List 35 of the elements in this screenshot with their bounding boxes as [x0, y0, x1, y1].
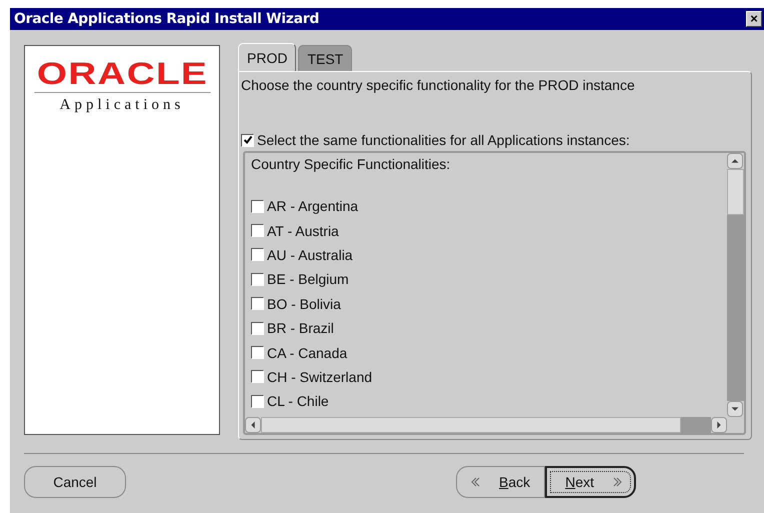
next-button[interactable]: Next: [545, 466, 636, 498]
checkbox[interactable]: [251, 248, 264, 262]
checkbox[interactable]: [251, 394, 264, 408]
brand-logo: ORACLE: [34, 58, 210, 93]
tab[interactable]: PROD: [238, 43, 296, 71]
back-button[interactable]: Back: [456, 466, 546, 498]
country-label: CA - Canada: [267, 344, 348, 361]
country-label: AU - Australia: [267, 246, 353, 263]
checkbox[interactable]: [251, 370, 264, 384]
checkbox[interactable]: [251, 346, 264, 360]
country-label: AT - Austria: [267, 222, 339, 239]
country-label: BO - Bolivia: [267, 296, 341, 312]
checkbox[interactable]: [251, 200, 264, 213]
checkbox[interactable]: [251, 322, 264, 335]
cancel-button[interactable]: Cancel: [24, 466, 126, 498]
checkbox-label: Select the same functionalities for all Applications instances:: [257, 132, 630, 148]
chevron-right-icon: [612, 476, 624, 488]
country-label: AR - Argentina: [267, 198, 358, 214]
tab[interactable]: TEST: [298, 45, 352, 71]
window-title: Oracle Applications Rapid Install Wizard: [14, 11, 320, 27]
instruction-text: Choose the country specific functionality for the PROD instance: [241, 77, 636, 95]
checkbox[interactable]: [241, 134, 254, 146]
country-label: BE - Belgium: [267, 271, 349, 288]
vertical-scrollbar[interactable]: [727, 153, 744, 417]
list-heading: Country Specific Functionalities:: [251, 156, 452, 174]
scroll-thumb[interactable]: [727, 169, 744, 215]
country-label: CL - Chile: [267, 393, 329, 410]
close-button[interactable]: ×: [746, 11, 762, 27]
country-label: CH - Switzerland: [267, 368, 372, 385]
product-name: Applications: [60, 97, 184, 114]
chevron-left-icon: [469, 476, 482, 488]
checkbox[interactable]: [251, 297, 264, 310]
country-label: BR - Brazil: [267, 320, 334, 336]
checkbox[interactable]: [251, 224, 264, 238]
checkbox[interactable]: [251, 272, 264, 286]
